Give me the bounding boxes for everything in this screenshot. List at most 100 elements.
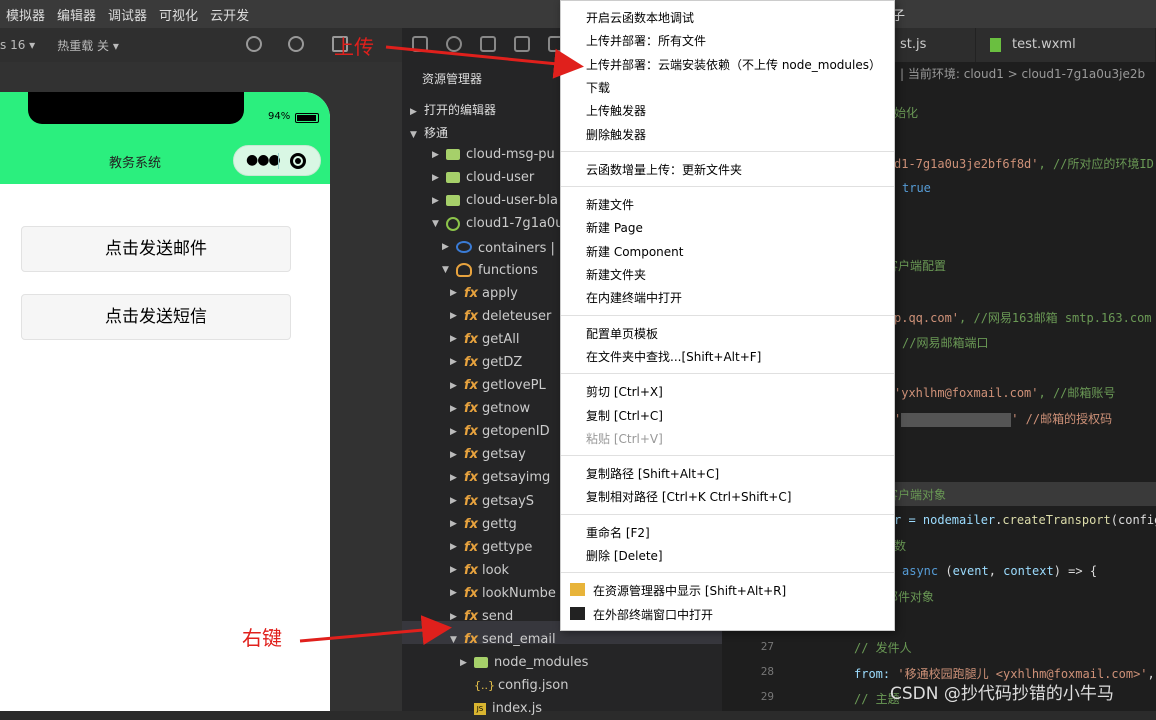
tree-item-functions[interactable]: ▼ functions <box>442 259 538 282</box>
menu-item-2-4[interactable]: 在内建终端中打开 <box>586 289 682 306</box>
menu-item-2-1[interactable]: 新建 Page <box>586 219 643 236</box>
tree-item-cloud-msg-pu[interactable]: ▶ cloud-msg-pu <box>432 143 555 166</box>
cloud-env-icon <box>446 216 460 231</box>
menu-item-6-0[interactable]: 重命名 [F2] <box>586 524 650 541</box>
refresh-icon[interactable] <box>246 36 262 52</box>
tree-item-getall[interactable]: ▶ fx getAll <box>450 328 519 351</box>
function-icon: fx <box>464 470 479 486</box>
menu-item-3-1[interactable]: 在文件夹中查找...[Shift+Alt+F] <box>586 348 761 365</box>
tree-item-send-email[interactable]: ▼ fx send_email <box>450 628 556 651</box>
tree-item-getdz[interactable]: ▶ fx getDZ <box>450 351 522 374</box>
tree-item-getopenid[interactable]: ▶ fx getopenID <box>450 420 550 443</box>
tree-item-look[interactable]: ▶ fx look <box>450 559 509 582</box>
menu-item-4-2[interactable]: 粘贴 [Ctrl+V] <box>586 430 663 447</box>
send-email-button[interactable]: 点击发送邮件 <box>21 226 291 272</box>
tree-item-apply[interactable]: ▶ fx apply <box>450 282 518 305</box>
menu-item-0-3[interactable]: 下载 <box>586 79 610 96</box>
tree-item-gettg[interactable]: ▶ fx gettg <box>450 513 517 536</box>
chevron-right-icon[interactable]: ▶ <box>432 196 446 206</box>
search-icon[interactable] <box>446 36 462 52</box>
menu-item-5-1[interactable]: 复制相对路径 [Ctrl+K Ctrl+Shift+C] <box>586 488 791 505</box>
tree-item-getsay[interactable]: ▶ fx getsay <box>450 443 526 466</box>
tab-test-js[interactable]: st.js <box>888 28 976 62</box>
menu-visualize[interactable]: 可视化 <box>153 5 204 24</box>
section-open-editors[interactable]: ▶ 打开的编辑器 <box>410 101 496 118</box>
stop-icon[interactable] <box>288 36 304 52</box>
tab-test-wxml[interactable]: test.wxml <box>976 28 1156 62</box>
menu-item-4-1[interactable]: 复制 [Ctrl+C] <box>586 407 663 424</box>
menu-item-5-0[interactable]: 复制路径 [Shift+Alt+C] <box>586 465 719 482</box>
chevron-right-icon[interactable]: ▶ <box>450 588 464 598</box>
chevron-right-icon[interactable]: ▶ <box>450 311 464 321</box>
menu-item-0-4[interactable]: 上传触发器 <box>586 102 646 119</box>
menu-item-2-2[interactable]: 新建 Component <box>586 243 683 260</box>
more-icon[interactable]: ●●● <box>246 152 281 168</box>
tree-item-label: cloud-msg-pu <box>466 147 555 162</box>
tree-item-cloud-user[interactable]: ▶ cloud-user <box>432 166 534 189</box>
explorer-icon[interactable] <box>412 36 428 52</box>
hot-reload-toggle[interactable]: 热重载 关 ▾ <box>57 37 119 54</box>
tree-item-getsayimg[interactable]: ▶ fx getsayimg <box>450 466 550 489</box>
menu-item-1-0[interactable]: 云函数增量上传：更新文件夹 <box>586 161 742 178</box>
chevron-right-icon[interactable]: ▶ <box>450 496 464 506</box>
chevron-right-icon[interactable]: ▶ <box>450 288 464 298</box>
menu-item-7-0[interactable]: 在资源管理器中显示 [Shift+Alt+R] <box>593 582 786 599</box>
chevron-right-icon[interactable]: ▶ <box>460 658 474 668</box>
close-circle-icon[interactable] <box>290 153 306 169</box>
redacted-password <box>901 412 1012 427</box>
chevron-down-icon[interactable]: ▼ <box>450 635 464 645</box>
menu-item-2-3[interactable]: 新建文件夹 <box>586 266 646 283</box>
tree-item-config-json[interactable]: {..} config.json <box>460 674 569 697</box>
mini-program-capsule[interactable]: ●●● <box>233 145 321 176</box>
chevron-right-icon[interactable]: ▶ <box>450 381 464 391</box>
extensions-icon[interactable] <box>514 36 530 52</box>
send-sms-button[interactable]: 点击发送短信 <box>21 294 291 340</box>
tree-item-getlovepl[interactable]: ▶ fx getlovePL <box>450 374 546 397</box>
tree-item-deleteuser[interactable]: ▶ fx deleteuser <box>450 305 551 328</box>
tree-item-node-modules[interactable]: ▶ node_modules <box>460 651 588 674</box>
tree-item-getnow[interactable]: ▶ fx getnow <box>450 397 530 420</box>
menu-separator <box>561 314 894 316</box>
menu-item-0-5[interactable]: 删除触发器 <box>586 126 646 143</box>
tree-item-looknumbe[interactable]: ▶ fx lookNumbe <box>450 582 556 605</box>
menu-item-4-0[interactable]: 剪切 [Ctrl+X] <box>586 383 663 400</box>
tree-item-index-js[interactable]: JS index.js <box>460 697 542 720</box>
tree-item-cloud-user-bla[interactable]: ▶ cloud-user-bla <box>432 189 558 212</box>
chevron-right-icon[interactable]: ▶ <box>450 450 464 460</box>
tree-item-send[interactable]: ▶ fx send <box>450 605 513 628</box>
chevron-right-icon[interactable]: ▶ <box>450 427 464 437</box>
chevron-down-icon[interactable]: ▼ <box>442 265 456 275</box>
tree-item-label: apply <box>482 285 518 301</box>
chevron-right-icon[interactable]: ▶ <box>450 519 464 529</box>
menu-item-7-1[interactable]: 在外部终端窗口中打开 <box>593 606 713 623</box>
chevron-right-icon[interactable]: ▶ <box>442 242 456 252</box>
chevron-right-icon[interactable]: ▶ <box>450 565 464 575</box>
menu-item-0-0[interactable]: 开启云函数本地调试 <box>586 9 694 26</box>
chevron-right-icon[interactable]: ▶ <box>450 542 464 552</box>
annotation-upload: 上传 <box>334 35 374 59</box>
menu-item-3-0[interactable]: 配置单页模板 <box>586 325 658 342</box>
menu-item-0-1[interactable]: 上传并部署：所有文件 <box>586 32 706 49</box>
chevron-right-icon[interactable]: ▶ <box>450 357 464 367</box>
menu-simulator[interactable]: 模拟器 <box>0 5 51 24</box>
chevron-down-icon[interactable]: ▼ <box>432 219 446 229</box>
menu-debugger[interactable]: 调试器 <box>102 5 153 24</box>
chevron-right-icon[interactable]: ▶ <box>432 173 446 183</box>
menu-item-6-1[interactable]: 删除 [Delete] <box>586 547 663 564</box>
menu-item-0-2[interactable]: 上传并部署：云端安装依赖（不上传 node_modules） <box>586 56 881 73</box>
chevron-right-icon[interactable]: ▶ <box>450 473 464 483</box>
zoom-select[interactable]: s 16 ▾ <box>0 38 35 52</box>
menu-cloud-dev[interactable]: 云开发 <box>204 5 255 24</box>
menu-editor[interactable]: 编辑器 <box>51 5 102 24</box>
tree-item-containers-[interactable]: ▶ containers | 当 <box>442 235 572 258</box>
chevron-right-icon[interactable]: ▶ <box>450 612 464 622</box>
tree-item-gettype[interactable]: ▶ fx gettype <box>450 536 532 559</box>
source-control-icon[interactable] <box>480 36 496 52</box>
chevron-right-icon[interactable]: ▶ <box>450 334 464 344</box>
menu-item-2-0[interactable]: 新建文件 <box>586 196 634 213</box>
chevron-right-icon[interactable]: ▶ <box>450 404 464 414</box>
tree-item-cloud1-7g1a0u[interactable]: ▼ cloud1-7g1a0u <box>432 212 563 235</box>
tree-item-getsays[interactable]: ▶ fx getsayS <box>450 490 534 513</box>
section-project[interactable]: ▼ 移通 <box>410 124 448 141</box>
chevron-right-icon[interactable]: ▶ <box>432 150 446 160</box>
